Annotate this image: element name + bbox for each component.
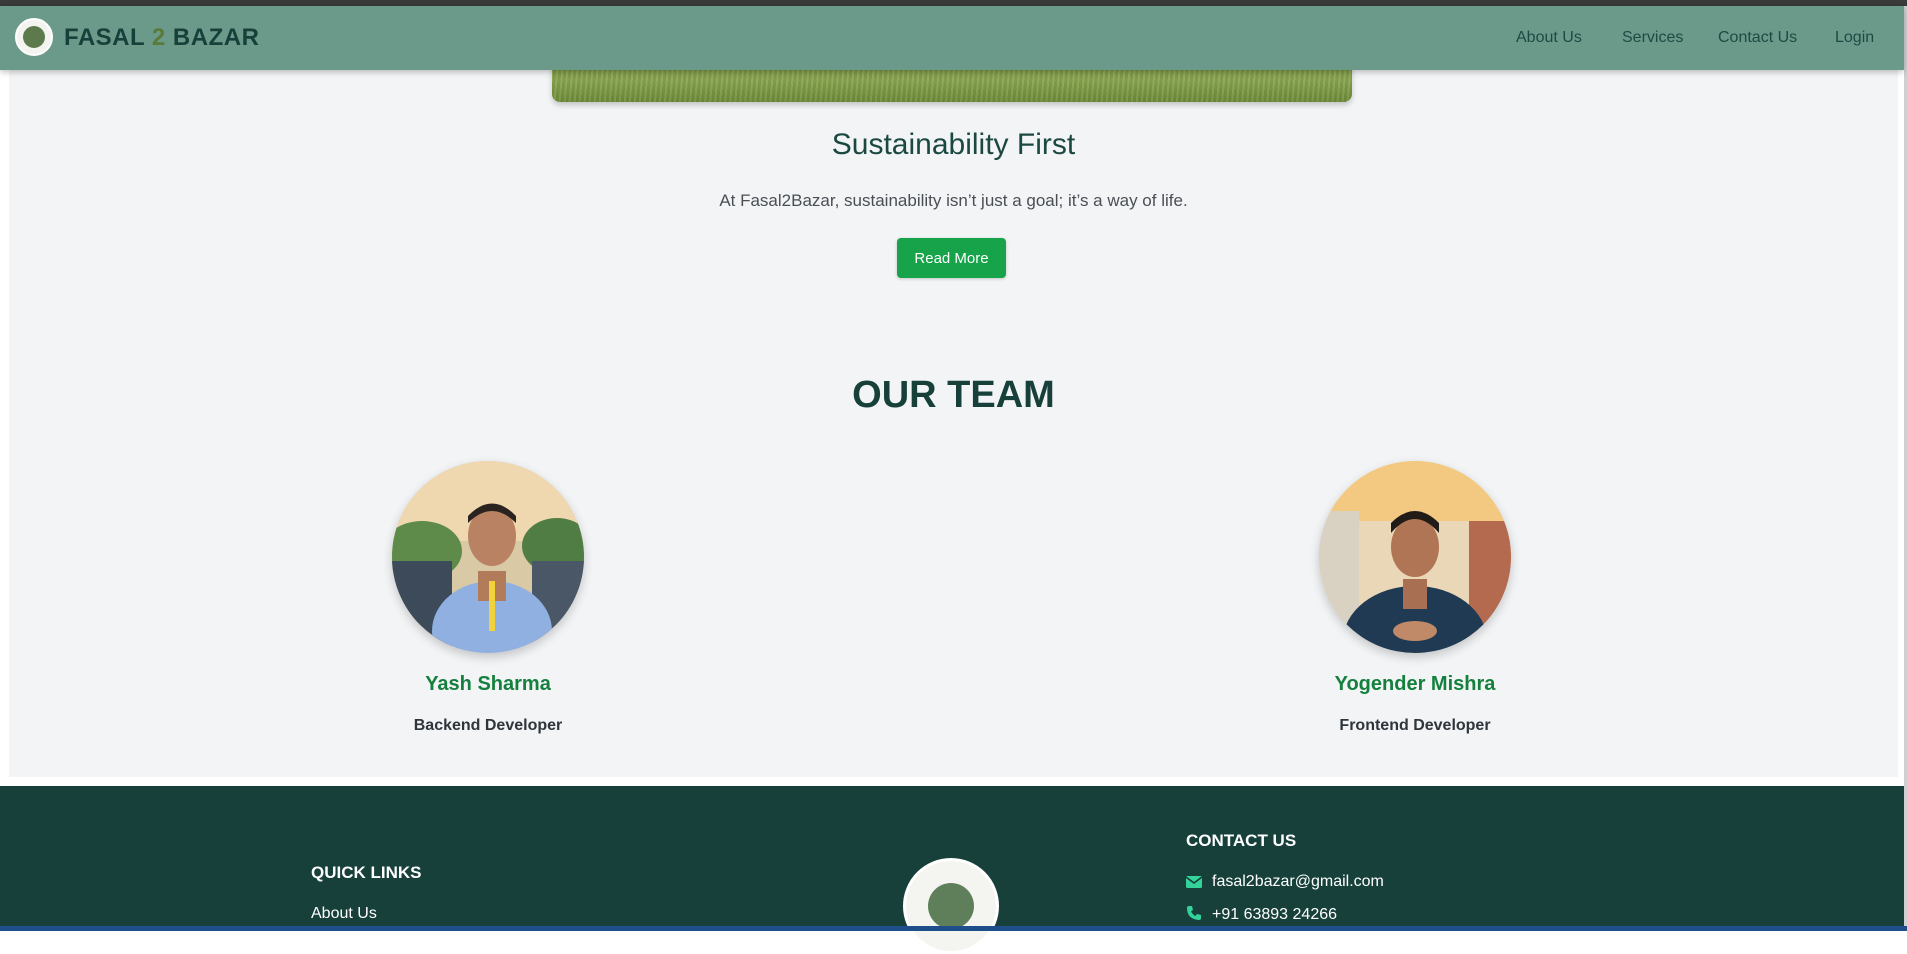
read-more-button[interactable]: Read More (897, 238, 1006, 278)
member-role: Backend Developer (413, 717, 563, 734)
member-role: Frontend Developer (1339, 717, 1491, 734)
sustainability-title: Sustainability First (831, 128, 1076, 161)
sustainability-text: At Fasal2Bazar, sustainability isn’t jus… (719, 191, 1188, 210)
member-name: Yash Sharma (425, 673, 551, 695)
contact-email[interactable]: fasal2bazar@gmail.com (1212, 873, 1384, 890)
nav-link-services[interactable]: Services (1622, 29, 1683, 47)
brand-part2: BAZAR (165, 24, 260, 51)
contact-phone[interactable]: +91 63893 24266 (1212, 906, 1337, 923)
footer: QUICK LINKS About Us CONTACT US fasal2ba… (0, 786, 1904, 954)
phone-icon (1186, 905, 1202, 926)
brand-number: 2 (151, 24, 166, 51)
member-name: Yogender Mishra (1334, 673, 1496, 695)
nav-link-contact-us[interactable]: Contact Us (1718, 29, 1797, 47)
team-title: OUR TEAM (852, 374, 1055, 416)
nav-link-about-us[interactable]: About Us (1516, 29, 1582, 47)
main-content (9, 70, 1898, 777)
navbar: FASAL 2 BAZAR About Us Services Contact … (0, 6, 1904, 70)
avatar-yash-sharma (392, 461, 584, 653)
contact-email-row: fasal2bazar@gmail.com (1185, 873, 1384, 893)
logo-icon[interactable] (15, 18, 53, 56)
nav-link-login[interactable]: Login (1835, 29, 1874, 47)
contact-phone-row: +91 63893 24266 (1186, 905, 1337, 926)
brand-part1: FASAL (64, 24, 152, 51)
footer-logo-icon[interactable] (903, 858, 999, 954)
taskbar-strip (0, 926, 1907, 931)
envelope-icon (1185, 875, 1203, 893)
brand-name[interactable]: FASAL 2 BAZAR (64, 24, 259, 52)
footer-link-about-us[interactable]: About Us (311, 905, 377, 923)
avatar-yogender-mishra (1319, 461, 1511, 653)
quick-links-heading: QUICK LINKS (311, 863, 422, 882)
contact-heading: CONTACT US (1186, 831, 1297, 850)
